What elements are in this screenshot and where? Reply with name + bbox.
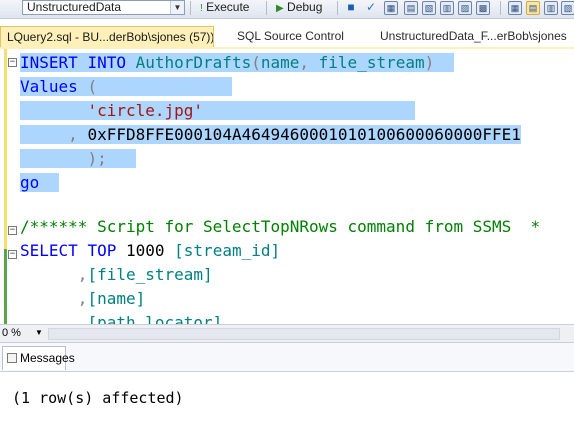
tab-label: LQuery2.sql - BU...derBob\sjones (57))* <box>7 30 214 44</box>
execute-button[interactable]: ! Execute <box>200 0 249 16</box>
messages-output: (1 row(s) affected) <box>12 389 184 407</box>
code-line: ,[file_stream] <box>77 265 213 284</box>
query-toolbar: UnstructuredData ▼ ! Execute ▶ Debug ■ ✓… <box>0 0 574 19</box>
tab-sql-source-control[interactable]: SQL Source Control <box>231 26 371 48</box>
debug-button[interactable]: ▶ Debug <box>276 0 322 16</box>
collapse-icon[interactable]: − <box>8 250 17 259</box>
code-line: go <box>20 171 59 195</box>
code-line: 'circle.jpg' <box>20 99 415 123</box>
execute-icon: ! <box>200 3 203 14</box>
execute-label: Execute <box>206 0 250 14</box>
parse-check-icon[interactable]: ✓ <box>364 1 378 15</box>
toolbar-separator <box>500 1 501 15</box>
toolbar-separator <box>337 1 338 15</box>
results-to-grid-icon[interactable]: ▦ <box>508 1 522 15</box>
zoom-level[interactable]: 0 % <box>2 325 21 341</box>
code-line: INSERT INTO AuthorDrafts(name, file_stre… <box>20 51 454 75</box>
code-line: ); <box>20 147 136 171</box>
client-stats-icon[interactable]: ▨ <box>458 1 472 15</box>
chevron-down-icon[interactable]: ▼ <box>35 325 43 341</box>
toolbar-separator <box>190 1 191 15</box>
code-line: ,[name] <box>77 289 146 308</box>
debug-label: Debug <box>287 0 323 14</box>
messages-icon <box>7 353 17 363</box>
code-line: /****** Script for SelectTopNRows comman… <box>20 217 541 236</box>
include-plan-icon[interactable]: ▥ <box>440 1 454 15</box>
results-tabs: Messages <box>0 343 574 372</box>
code-line: , 0xFFD8FFE000104A4649460001010100600060… <box>20 123 521 147</box>
change-margin-saved <box>4 249 7 324</box>
tab-label: Messages <box>20 351 75 365</box>
uncomment-icon[interactable]: ▥ <box>544 1 558 15</box>
tab-unstructureddata[interactable]: UnstructuredData_F...erBob\sjones <box>374 26 574 48</box>
tab-label: SQL Source Control <box>237 29 344 43</box>
code-line: SELECT TOP 1000 [stream_id] <box>20 241 281 260</box>
editor-status-bar: 0 % ▼ <box>0 324 574 343</box>
database-select[interactable]: UnstructuredData ▼ <box>22 0 185 15</box>
code-line: Values ( <box>20 75 232 99</box>
tab-messages[interactable]: Messages <box>2 346 75 370</box>
comment-out-icon[interactable]: ▤ <box>526 1 540 15</box>
code-line: ,[path_locator] <box>77 313 223 324</box>
collapse-icon[interactable]: − <box>8 58 17 67</box>
tab-label: UnstructuredData_F...erBob\sjones <box>380 29 567 43</box>
query-options-icon[interactable]: ▤ <box>404 1 418 15</box>
document-tabs: LQuery2.sql - BU...derBob\sjones (57))* … <box>0 20 574 48</box>
query-editor[interactable]: − − − INSERT INTO AuthorDrafts(name, fil… <box>0 49 574 324</box>
change-margin-unsaved <box>4 49 7 249</box>
database-select-value: UnstructuredData <box>27 0 122 14</box>
toolbar-separator <box>266 1 267 15</box>
intellisense-icon[interactable]: ▧ <box>422 1 436 15</box>
play-icon: ▶ <box>276 3 284 14</box>
horizontal-scrollbar[interactable] <box>48 328 560 340</box>
tab-query2[interactable]: LQuery2.sql - BU...derBob\sjones (57))* … <box>0 26 214 48</box>
display-plan-icon[interactable]: ▦ <box>384 1 398 15</box>
indent-icon[interactable]: ▧ <box>561 1 574 15</box>
stop-icon[interactable]: ■ <box>344 1 358 15</box>
chevron-down-icon[interactable]: ▼ <box>170 1 184 14</box>
results-to-text-icon[interactable]: ▩ <box>476 1 490 15</box>
collapse-icon[interactable]: − <box>8 226 17 235</box>
